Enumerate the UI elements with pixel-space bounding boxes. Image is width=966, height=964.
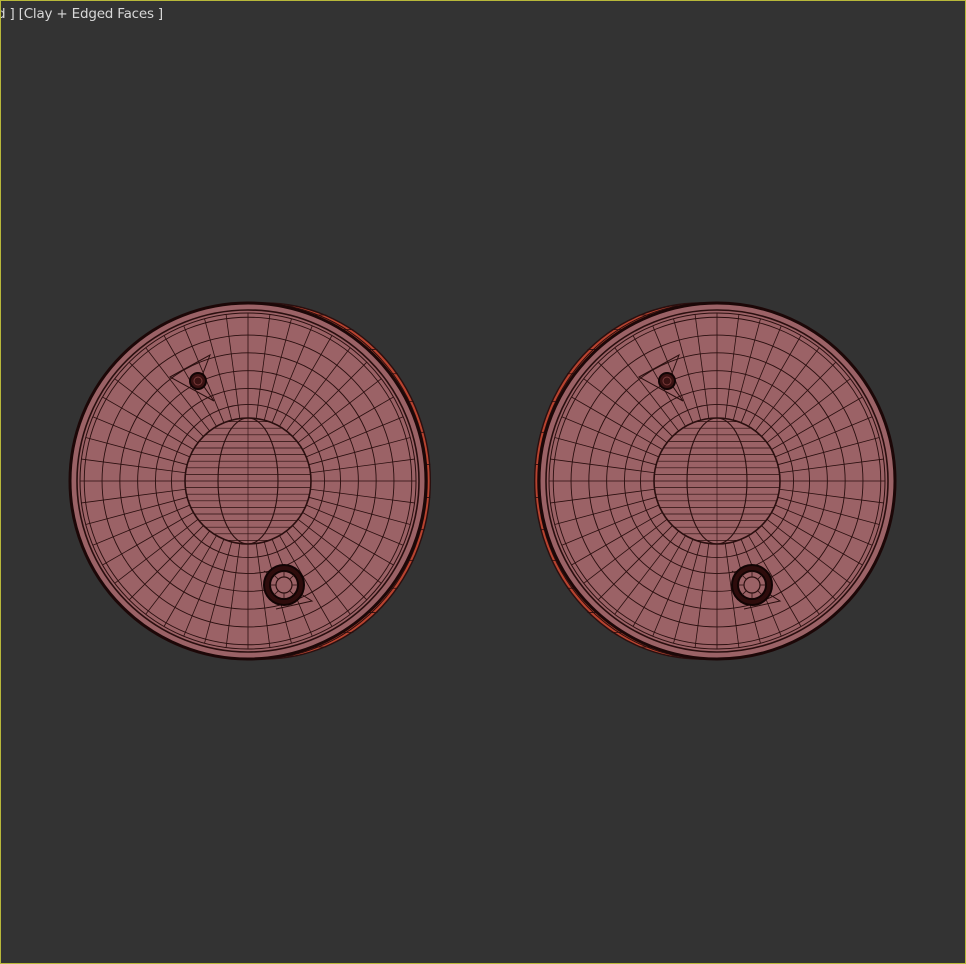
- lens-center-dome: [653, 417, 781, 545]
- scene-canvas[interactable]: [1, 1, 965, 963]
- lens-center-dome: [184, 417, 312, 545]
- taillight-lens-left[interactable]: [68, 301, 432, 661]
- viewport[interactable]: d ] [Clay + Edged Faces ]: [0, 0, 966, 964]
- taillight-lens-right[interactable]: [533, 301, 897, 661]
